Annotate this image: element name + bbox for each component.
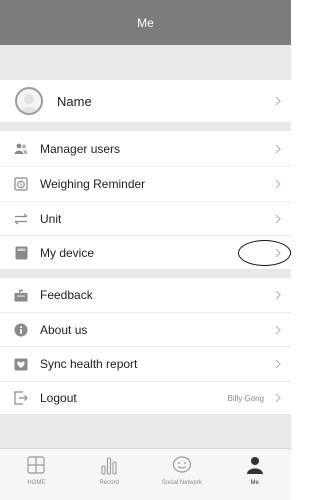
chevron-right-icon <box>271 325 285 335</box>
chevron-right-icon <box>271 214 285 224</box>
highlight-circle <box>238 240 291 266</box>
swap-arrows-icon <box>13 211 29 227</box>
menu-item-manager-users[interactable]: Manager users <box>0 131 291 166</box>
profile-name: Name <box>57 93 92 109</box>
tab-label: HOME <box>27 480 46 486</box>
menu-item-about-us[interactable]: About us <box>0 313 291 346</box>
menu-item-label: Weighing Reminder <box>40 177 146 191</box>
chevron-right-icon <box>271 144 285 154</box>
menu-item-label: Feedback <box>40 288 93 302</box>
menu-item-logout[interactable]: Logout Billy Gong <box>0 382 291 414</box>
tab-me[interactable]: Me <box>218 449 291 500</box>
profile-row[interactable]: Name <box>0 80 291 122</box>
chevron-right-icon <box>271 290 285 300</box>
info-icon <box>13 322 29 338</box>
tab-home[interactable]: HOME <box>0 449 73 500</box>
menu-item-weighing-reminder[interactable]: Weighing Reminder <box>0 167 291 201</box>
menu-item-label: Unit <box>40 211 62 226</box>
smiley-icon <box>171 454 193 476</box>
menu-item-label: Logout <box>40 391 77 405</box>
menu-item-sync-health-report[interactable]: Sync health report <box>0 347 291 381</box>
bar-chart-icon <box>98 454 120 476</box>
page-title: Me <box>137 15 154 30</box>
chevron-right-icon <box>271 393 285 403</box>
device-icon <box>13 245 29 261</box>
tab-label: Record <box>99 480 119 486</box>
logout-icon <box>13 390 29 406</box>
tab-social-network[interactable]: Social Network <box>146 449 219 500</box>
logged-in-user: Billy Gong <box>227 393 264 403</box>
section-gap <box>0 45 291 80</box>
avatar-icon <box>15 87 43 115</box>
menu-item-label: About us <box>40 322 88 337</box>
bottom-tab-bar: HOME Record Social Network Me <box>0 448 291 500</box>
section-gap <box>0 414 291 448</box>
header-bar: Me <box>0 0 291 45</box>
section-gap <box>0 269 291 278</box>
tab-label: Social Network <box>161 480 202 486</box>
section-gap <box>0 122 291 131</box>
alarm-clock-icon <box>13 176 29 192</box>
grid-home-icon <box>25 454 47 476</box>
tab-label: Me <box>250 480 259 486</box>
chevron-right-icon <box>271 96 285 106</box>
heart-report-icon <box>13 356 29 372</box>
chevron-right-icon <box>271 359 285 369</box>
chevron-right-icon <box>271 179 285 189</box>
person-icon <box>244 454 266 476</box>
menu-item-label: My device <box>40 245 95 260</box>
menu-item-label: Sync health report <box>40 357 138 371</box>
menu-item-label: Manager users <box>40 141 121 156</box>
tab-record[interactable]: Record <box>73 449 146 500</box>
users-icon <box>13 141 29 157</box>
menu-item-unit[interactable]: Unit <box>0 202 291 235</box>
mailbox-icon <box>13 287 29 303</box>
menu-item-feedback[interactable]: Feedback <box>0 278 291 312</box>
